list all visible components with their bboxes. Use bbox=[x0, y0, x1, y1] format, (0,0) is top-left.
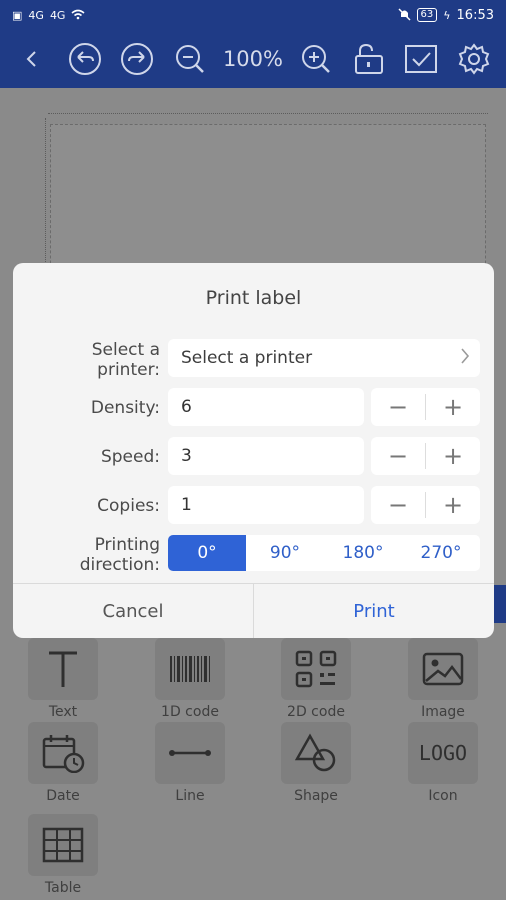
battery-indicator: 63 bbox=[416, 8, 438, 22]
signal-icon: 4G bbox=[49, 8, 66, 22]
mute-icon bbox=[398, 7, 411, 23]
chevron-right-icon bbox=[460, 347, 470, 370]
status-right: 63 ϟ 16:53 bbox=[398, 8, 494, 23]
charging-icon: ϟ bbox=[443, 8, 451, 22]
copies-minus-button[interactable]: − bbox=[371, 486, 425, 524]
logo-icon: LOGO bbox=[408, 722, 478, 784]
image-icon bbox=[408, 638, 478, 700]
wifi-icon bbox=[71, 9, 85, 22]
tool-label: Shape bbox=[294, 788, 338, 804]
zoom-in-icon[interactable] bbox=[296, 39, 336, 79]
settings-icon[interactable] bbox=[454, 39, 494, 79]
direction-segmented-control: 0° 90° 180° 270° bbox=[168, 535, 480, 571]
tool-shape[interactable]: Shape bbox=[266, 722, 366, 812]
speed-field[interactable]: 3 bbox=[168, 437, 364, 475]
copies-value: 1 bbox=[181, 495, 192, 515]
speed-label: Speed: bbox=[100, 447, 160, 467]
tool-text[interactable]: Text bbox=[13, 638, 113, 728]
tool-label: Table bbox=[44, 880, 82, 896]
zoom-level: 100% bbox=[222, 47, 283, 71]
printer-label: Select a printer: bbox=[92, 340, 160, 380]
cancel-button[interactable]: Cancel bbox=[13, 584, 254, 638]
barcode-icon bbox=[155, 638, 225, 700]
tool-image[interactable]: Image bbox=[393, 638, 493, 728]
logo-glyph: LOGO bbox=[418, 741, 468, 765]
direction-270-button[interactable]: 270° bbox=[402, 535, 480, 571]
tool-line[interactable]: Line bbox=[140, 722, 240, 812]
status-time: 16:53 bbox=[456, 7, 494, 23]
printer-select-value: Select a printer bbox=[181, 348, 313, 368]
copies-stepper: − + bbox=[371, 486, 480, 524]
print-label-dialog: Print label Select a printer: Select a p… bbox=[13, 263, 494, 638]
text-icon bbox=[28, 638, 98, 700]
copies-label: Copies: bbox=[97, 496, 160, 516]
tool-icon[interactable]: LOGO Icon bbox=[393, 722, 493, 812]
editor-toolbar: 100% bbox=[0, 30, 506, 88]
density-value: 6 bbox=[181, 397, 192, 417]
speed-stepper: − + bbox=[371, 437, 480, 475]
copies-plus-button[interactable]: + bbox=[426, 486, 480, 524]
tool-label: Line bbox=[175, 788, 205, 804]
tool-label: Image bbox=[421, 704, 465, 720]
tool-label: 1D code bbox=[161, 704, 219, 720]
density-plus-button[interactable]: + bbox=[426, 388, 480, 426]
direction-90-button[interactable]: 90° bbox=[246, 535, 324, 571]
dialog-title: Print label bbox=[205, 287, 302, 309]
direction-0-button[interactable]: 0° bbox=[168, 535, 246, 571]
tool-label: Icon bbox=[428, 788, 458, 804]
speed-value: 3 bbox=[181, 446, 192, 466]
notification-icon: ▣ bbox=[12, 8, 23, 22]
printer-select[interactable]: Select a printer bbox=[168, 339, 480, 377]
shape-icon bbox=[281, 722, 351, 784]
tool-1d-code[interactable]: 1D code bbox=[140, 638, 240, 728]
density-label: Density: bbox=[90, 398, 160, 418]
density-stepper: − + bbox=[371, 388, 480, 426]
table-icon bbox=[28, 814, 98, 876]
zoom-out-icon[interactable] bbox=[170, 39, 210, 79]
status-bar: ▣ 4G 4G 63 ϟ 16:53 bbox=[0, 0, 506, 30]
speed-minus-button[interactable]: − bbox=[371, 437, 425, 475]
speed-plus-button[interactable]: + bbox=[426, 437, 480, 475]
density-minus-button[interactable]: − bbox=[371, 388, 425, 426]
printer-label-line2: printer: bbox=[97, 360, 160, 380]
tool-label: Date bbox=[46, 788, 80, 804]
tool-table[interactable]: Table bbox=[13, 814, 113, 900]
tool-2d-code[interactable]: 2D code bbox=[266, 638, 366, 728]
copies-field[interactable]: 1 bbox=[168, 486, 364, 524]
line-icon bbox=[155, 722, 225, 784]
printer-label-line1: Select a bbox=[91, 340, 160, 360]
direction-label-line1: Printing bbox=[94, 535, 160, 555]
dialog-actions: Cancel Print bbox=[13, 583, 494, 638]
direction-180-button[interactable]: 180° bbox=[324, 535, 402, 571]
lock-icon[interactable] bbox=[348, 39, 388, 79]
signal-icon: 4G bbox=[28, 8, 44, 22]
density-field[interactable]: 6 bbox=[168, 388, 364, 426]
undo-icon[interactable] bbox=[65, 39, 105, 79]
date-icon bbox=[28, 722, 98, 784]
tool-label: 2D code bbox=[287, 704, 345, 720]
status-left: ▣ 4G 4G bbox=[12, 9, 85, 22]
redo-icon[interactable] bbox=[117, 39, 157, 79]
ruler-horizontal bbox=[48, 106, 488, 114]
tool-date[interactable]: Date bbox=[13, 722, 113, 812]
qrcode-icon bbox=[281, 638, 351, 700]
direction-label: Printing direction: bbox=[80, 535, 160, 575]
back-icon[interactable] bbox=[12, 39, 52, 79]
direction-label-line2: direction: bbox=[79, 555, 160, 575]
tool-label: Text bbox=[48, 704, 78, 720]
print-button[interactable]: Print bbox=[254, 584, 494, 638]
checkbox-icon[interactable] bbox=[401, 39, 441, 79]
